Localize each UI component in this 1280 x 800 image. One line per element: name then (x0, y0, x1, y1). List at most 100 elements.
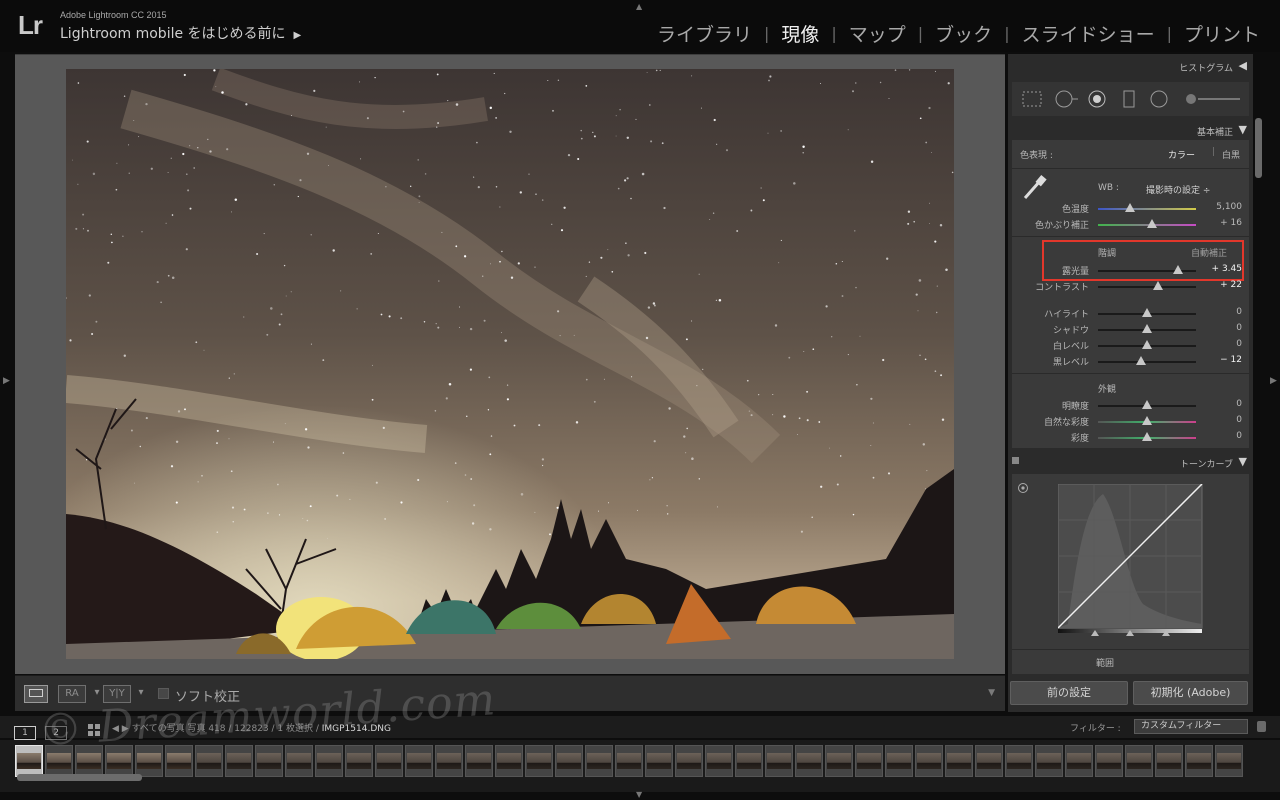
contrast-slider-thumb[interactable] (1152, 281, 1163, 290)
tint-value[interactable]: + 16 (1198, 218, 1242, 228)
highlights-value[interactable]: 0 (1198, 307, 1242, 317)
filmstrip-thumbnail[interactable] (825, 745, 853, 777)
reset-button[interactable]: 初期化 (Adobe) (1133, 681, 1248, 705)
module-book[interactable]: ブック (933, 20, 994, 47)
blacks-value[interactable]: − 12 (1198, 355, 1242, 365)
filter-lock-icon[interactable] (1257, 721, 1266, 732)
basic-header[interactable]: 基本補正 ▼ (1008, 120, 1253, 140)
filmstrip-thumbnail[interactable] (15, 745, 43, 777)
filmstrip-thumbnail[interactable] (195, 745, 223, 777)
filmstrip-thumbnail[interactable] (735, 745, 763, 777)
shadows-value[interactable]: 0 (1198, 323, 1242, 333)
spot-removal-icon[interactable] (1053, 90, 1079, 108)
clarity-value[interactable]: 0 (1198, 399, 1242, 409)
filmstrip-thumbnail[interactable] (1065, 745, 1093, 777)
filmstrip-thumbnail[interactable] (765, 745, 793, 777)
nav-back-icon[interactable]: ◀ ▶ (112, 724, 132, 734)
temp-value[interactable]: 5,100 (1198, 202, 1242, 212)
module-library[interactable]: ライブラリ (655, 20, 754, 47)
bottom-panel-toggle-icon[interactable]: ▼ (636, 790, 642, 799)
filmstrip-thumbnail[interactable] (75, 745, 103, 777)
top-panel-toggle-icon[interactable]: ▲ (636, 2, 642, 11)
before-after-tb-button[interactable]: Y|Y (103, 685, 131, 703)
shadows-slider-thumb[interactable] (1142, 324, 1152, 333)
white-balance-eyedropper-icon[interactable] (1020, 173, 1050, 203)
graduated-filter-icon[interactable] (1121, 90, 1137, 108)
temp-track[interactable] (1098, 208, 1196, 210)
filmstrip-thumbnail[interactable] (1125, 745, 1153, 777)
filmstrip-thumbnail[interactable] (975, 745, 1003, 777)
target-adjustment-icon[interactable] (1017, 482, 1029, 494)
filmstrip-thumbnail[interactable] (645, 745, 673, 777)
clarity-slider-thumb[interactable] (1142, 400, 1152, 409)
before-after-dropdown-icon[interactable]: ▾ (91, 685, 103, 703)
filmstrip-thumbnail[interactable] (885, 745, 913, 777)
filmstrip-thumbnail[interactable] (1185, 745, 1213, 777)
main-photo[interactable] (66, 69, 954, 659)
before-after-lr-button[interactable]: RA (58, 685, 86, 703)
filmstrip-thumbnail[interactable] (585, 745, 613, 777)
filmstrip-scrollbar[interactable] (17, 774, 142, 781)
filmstrip-thumbnail[interactable] (555, 745, 583, 777)
crop-overlay-icon[interactable] (1021, 90, 1043, 108)
panel-switch-icon[interactable] (1012, 457, 1019, 464)
filmstrip-thumbnail[interactable] (165, 745, 193, 777)
filmstrip-thumbnail[interactable] (375, 745, 403, 777)
tint-slider-thumb[interactable] (1146, 219, 1157, 228)
contrast-track[interactable] (1098, 286, 1196, 288)
contrast-value[interactable]: + 22 (1198, 280, 1242, 290)
filmstrip-thumbnail[interactable] (225, 745, 253, 777)
filmstrip-thumbnail[interactable] (255, 745, 283, 777)
whites-slider-thumb[interactable] (1142, 340, 1152, 349)
before-after-tb-dropdown-icon[interactable]: ▾ (135, 685, 147, 703)
filmstrip-thumbnail[interactable] (105, 745, 133, 777)
temp-slider-thumb[interactable] (1125, 203, 1136, 212)
filmstrip-thumbnail[interactable] (405, 745, 433, 777)
filmstrip-thumbnail[interactable] (1095, 745, 1123, 777)
treatment-color-button[interactable]: カラー (1168, 148, 1195, 161)
vibrance-slider-thumb[interactable] (1142, 416, 1152, 425)
filmstrip-thumbnail[interactable] (315, 745, 343, 777)
radial-filter-icon[interactable] (1149, 90, 1169, 108)
toolbar-content-menu-icon[interactable]: ▼ (988, 688, 995, 698)
whites-value[interactable]: 0 (1198, 339, 1242, 349)
blacks-track[interactable] (1098, 361, 1196, 363)
filmstrip-thumbnail[interactable] (285, 745, 313, 777)
red-eye-icon[interactable] (1087, 90, 1107, 108)
filmstrip-thumbnail[interactable] (615, 745, 643, 777)
tone-curve-header[interactable]: トーンカーブ ▼ (1008, 452, 1253, 472)
module-print[interactable]: プリント (1182, 20, 1262, 47)
filmstrip-thumbnail[interactable] (915, 745, 943, 777)
highlights-slider-thumb[interactable] (1142, 308, 1152, 317)
saturation-slider-thumb[interactable] (1142, 432, 1152, 441)
filmstrip-thumbnail[interactable] (435, 745, 463, 777)
grid-view-icon[interactable] (88, 721, 100, 736)
blacks-slider-thumb[interactable] (1136, 356, 1147, 365)
adjustment-brush-icon[interactable] (1182, 90, 1244, 108)
filmstrip-thumbnail[interactable] (1155, 745, 1183, 777)
filmstrip-thumbnail[interactable] (345, 745, 373, 777)
filmstrip-thumbnail[interactable] (135, 745, 163, 777)
main-window-button[interactable]: 1 (14, 726, 36, 740)
treatment-bw-button[interactable]: 白黒 (1222, 148, 1240, 161)
module-map[interactable]: マップ (847, 20, 908, 47)
saturation-value[interactable]: 0 (1198, 431, 1242, 441)
left-panel-toggle-icon[interactable]: ▶ (3, 376, 10, 386)
filmstrip-thumbnail[interactable] (855, 745, 883, 777)
filter-select[interactable]: カスタムフィルター (1134, 719, 1248, 734)
vibrance-value[interactable]: 0 (1198, 415, 1242, 425)
tone-curve-graph[interactable] (1058, 484, 1204, 636)
identity-plate[interactable]: Lightroom mobile をはじめる前に ▶ (60, 23, 301, 43)
previous-settings-button[interactable]: 前の設定 (1010, 681, 1128, 705)
filmstrip-thumbnail[interactable] (675, 745, 703, 777)
module-develop[interactable]: 現像 (779, 20, 821, 47)
filmstrip-thumbnail[interactable] (1215, 745, 1243, 777)
soft-proof-checkbox[interactable] (158, 688, 169, 699)
secondary-window-button[interactable]: 2 (45, 726, 68, 740)
filmstrip-thumbnail[interactable] (1005, 745, 1033, 777)
filmstrip-thumbnail[interactable] (705, 745, 733, 777)
wb-select[interactable]: 撮影時の設定 ÷ (1146, 183, 1210, 196)
filmstrip-thumbnail[interactable] (495, 745, 523, 777)
filmstrip-thumbnail[interactable] (795, 745, 823, 777)
filmstrip-thumbnail[interactable] (945, 745, 973, 777)
